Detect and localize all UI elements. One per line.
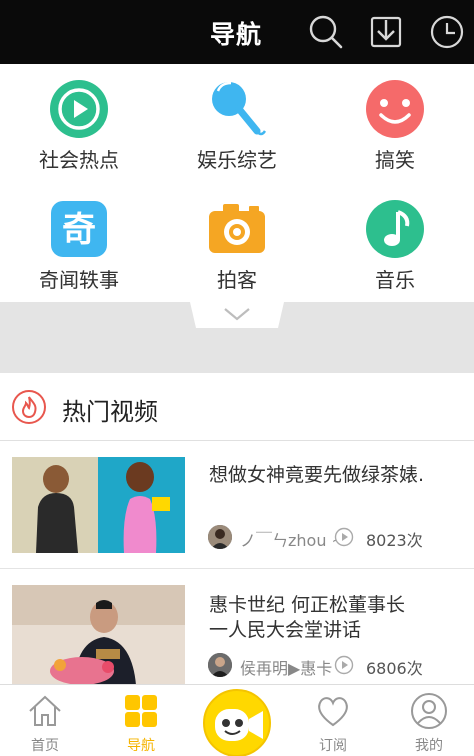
tab-subscribe[interactable]: 订阅 — [288, 685, 378, 756]
app-root: 导航 社会热点 娱乐综艺 搞笑 奇 奇闻轶事 拍客 音乐 热门视频 想做女神竟要… — [0, 0, 474, 756]
category-yinyue[interactable]: 音乐 — [316, 184, 474, 302]
flame-icon — [11, 389, 47, 425]
home-icon — [25, 691, 65, 731]
heart-icon — [313, 691, 353, 731]
user-icon — [409, 691, 449, 731]
qi-character-icon: 奇 — [49, 199, 109, 259]
search-icon[interactable] — [306, 12, 346, 52]
tab-navigation[interactable]: 导航 — [96, 685, 186, 756]
category-shehui-redian[interactable]: 社会热点 — [0, 64, 158, 182]
play-count-icon — [334, 655, 354, 675]
video-title: 惠卡世纪 何正松董事长一人民大会堂讲话 — [209, 594, 406, 641]
category-label: 音乐 — [375, 268, 415, 292]
category-qiwen-yishi[interactable]: 奇 奇闻轶事 — [0, 184, 158, 302]
video-title: 想做女神竟要先做绿茶婊. — [209, 464, 425, 486]
category-yule-zongyi[interactable]: 娱乐综艺 — [158, 64, 316, 182]
top-bar: 导航 — [0, 0, 474, 64]
category-grid: 社会热点 娱乐综艺 搞笑 奇 奇闻轶事 拍客 音乐 — [0, 64, 474, 302]
tab-profile[interactable]: 我的 — [384, 685, 474, 756]
camera-icon — [207, 199, 267, 259]
music-note-icon — [365, 199, 425, 259]
category-gaoxiao[interactable]: 搞笑 — [316, 64, 474, 182]
play-count-icon — [334, 527, 354, 547]
video-item[interactable]: 惠卡世纪 何正松董事长一人民大会堂讲话 侯再明▶惠卡 6806次 — [0, 569, 474, 685]
tab-label: 我的 — [415, 738, 443, 754]
view-count: 8023次 — [366, 531, 423, 550]
smile-icon — [365, 79, 425, 139]
tab-label: 首页 — [31, 738, 59, 754]
category-label: 拍客 — [217, 268, 257, 292]
author-name: 侯再明▶惠卡 — [240, 659, 333, 678]
bottom-nav: 首页 导航 订阅 我的 — [0, 684, 474, 756]
avatar — [208, 525, 232, 549]
video-camera-face-icon[interactable] — [203, 689, 271, 756]
view-count: 6806次 — [366, 659, 423, 678]
history-clock-icon[interactable] — [427, 12, 467, 52]
grid-icon — [121, 691, 161, 731]
download-icon[interactable] — [366, 12, 406, 52]
page-title: 导航 — [210, 20, 263, 49]
expand-toggle[interactable] — [190, 302, 284, 328]
play-icon — [49, 79, 109, 139]
category-label: 娱乐综艺 — [197, 148, 277, 172]
section-title: 热门视频 — [62, 398, 158, 426]
avatar — [208, 653, 232, 677]
tab-label: 导航 — [127, 738, 155, 754]
author-name: ノ￣ㄣzhou ~ — [240, 531, 336, 550]
tab-label: 订阅 — [319, 738, 347, 754]
category-label: 社会热点 — [39, 148, 119, 172]
video-thumbnail[interactable] — [12, 457, 185, 553]
category-label: 奇闻轶事 — [39, 268, 119, 292]
hot-videos-header: 热门视频 — [0, 373, 474, 441]
grid-expand-area — [0, 302, 474, 373]
category-label: 搞笑 — [375, 148, 415, 172]
category-paike[interactable]: 拍客 — [158, 184, 316, 302]
video-thumbnail[interactable] — [12, 585, 185, 685]
video-item[interactable]: 想做女神竟要先做绿茶婊. ノ￣ㄣzhou ~ 8023次 — [0, 441, 474, 569]
tab-home[interactable]: 首页 — [0, 685, 90, 756]
qi-glyph: 奇 — [62, 210, 96, 250]
microphone-icon — [207, 79, 267, 139]
